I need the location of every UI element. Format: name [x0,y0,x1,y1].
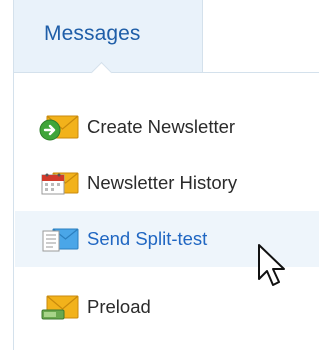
menu-item-create-newsletter[interactable]: Create Newsletter [15,99,319,155]
preload-icon [41,295,79,320]
create-newsletter-icon [39,115,79,141]
menu-item-label: Newsletter History [87,172,238,193]
menu-item-label: Preload [87,296,151,317]
messages-menu: Create Newsletter Newsletter History Sen… [13,61,319,350]
tab-messages[interactable]: Messages [13,0,203,72]
tab-label: Messages [44,22,141,45]
split-test-icon [42,228,79,252]
mouse-pointer-icon [258,244,285,286]
menu-item-newsletter-history[interactable]: Newsletter History [15,155,319,211]
messages-dropdown: Messages Create Newsletter Newsletter Hi… [0,0,319,350]
menu-item-label: Send Split-test [87,228,208,249]
newsletter-history-icon [41,172,79,195]
menu-item-label: Create Newsletter [87,116,236,137]
